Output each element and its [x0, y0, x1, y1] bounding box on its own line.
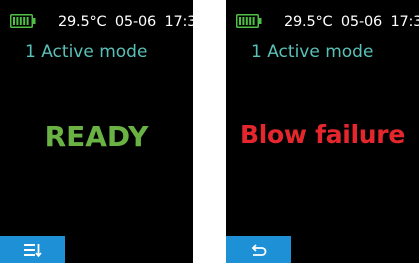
temperature-readout: 29.5°C [284, 14, 333, 30]
back-softkey-button[interactable] [226, 236, 291, 263]
menu-icon [23, 243, 42, 257]
device-screen-ready: 29.5°C 05-06 17:31 1 Active mode READY [0, 0, 193, 263]
date-readout: 05-06 [340, 14, 383, 30]
mode-label: 1 Active mode [251, 42, 374, 62]
status-bar: 29.5°C 05-06 17:31 [284, 14, 419, 30]
status-bar: 29.5°C 05-06 17:31 [58, 14, 193, 30]
device-screen-failure: 29.5°C 05-06 17:31 1 Active mode Blow fa… [226, 0, 419, 263]
mode-label: 1 Active mode [25, 42, 148, 62]
date-readout: 05-06 [114, 14, 157, 30]
battery-full-icon [236, 14, 262, 28]
temperature-readout: 29.5°C [58, 14, 107, 30]
time-readout: 17:31 [164, 14, 193, 30]
ready-status-text: READY [44, 120, 149, 153]
menu-softkey-button[interactable] [0, 236, 65, 263]
back-arrow-icon [251, 243, 266, 256]
battery-full-icon [10, 14, 36, 28]
blow-failure-text: Blow failure [240, 120, 405, 149]
time-readout: 17:31 [390, 14, 419, 30]
